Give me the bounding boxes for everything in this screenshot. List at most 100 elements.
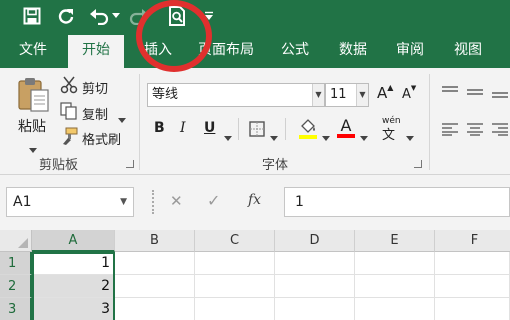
font-name-value: 等线 — [152, 87, 179, 102]
cell-a3[interactable]: 3 — [32, 298, 115, 320]
copy-icon — [60, 102, 78, 120]
grow-font-button[interactable]: A▲ — [377, 83, 393, 102]
align-bottom-icon[interactable] — [491, 84, 509, 103]
cell-b1[interactable] — [115, 252, 195, 275]
cell-b3[interactable] — [115, 298, 195, 320]
font-size-value: 11 — [330, 87, 347, 102]
insert-function-icon[interactable]: fx — [248, 192, 261, 208]
align-top-icon[interactable] — [441, 84, 459, 103]
undo-icon[interactable] — [88, 4, 112, 28]
select-all-button[interactable] — [0, 230, 32, 252]
tab-file[interactable]: 文件 — [8, 33, 58, 68]
tab-review[interactable]: 审阅 — [385, 33, 435, 68]
tab-home[interactable]: 开始 — [68, 35, 124, 68]
borders-dropdown-icon[interactable] — [270, 126, 278, 145]
tab-view[interactable]: 视图 — [443, 33, 493, 68]
column-header-c[interactable]: C — [195, 230, 275, 252]
fill-color-dropdown-icon[interactable] — [322, 126, 330, 145]
cell-e1[interactable] — [355, 252, 435, 275]
column-header-d[interactable]: D — [275, 230, 355, 252]
cell-b2[interactable] — [115, 275, 195, 298]
cell-f3[interactable] — [435, 298, 510, 320]
cancel-icon[interactable]: ✕ — [170, 192, 183, 210]
fill-color-icon[interactable] — [298, 118, 318, 144]
phonetic-dropdown-icon[interactable] — [406, 126, 414, 145]
formula-input[interactable]: 1 — [284, 187, 510, 217]
font-color-icon: A — [340, 116, 352, 135]
row-header-3[interactable]: 3 — [0, 298, 32, 320]
formula-buttons: ✕ ✓ fx — [150, 187, 278, 217]
column-header-e[interactable]: E — [355, 230, 435, 252]
cell-c3[interactable] — [195, 298, 275, 320]
font-color-dropdown-icon[interactable] — [360, 126, 368, 145]
name-box-dropdown-icon[interactable]: ▼ — [120, 188, 127, 216]
cell-f2[interactable] — [435, 275, 510, 298]
resize-handle[interactable] — [152, 190, 156, 214]
align-left-icon[interactable] — [441, 121, 459, 140]
ribbon-home: 粘贴 剪切 复制 格式刷 剪贴板 等线 ▼ 11 ▼ A▲ A▼ B I U A… — [0, 68, 510, 175]
bold-button[interactable]: B — [154, 120, 165, 136]
grow-font-icon: A — [377, 84, 388, 102]
paste-dropdown-icon[interactable] — [29, 138, 37, 157]
borders-icon[interactable] — [249, 121, 265, 141]
column-header-b[interactable]: B — [115, 230, 195, 252]
cell-a1[interactable]: 1 — [32, 252, 115, 275]
scissors-icon — [60, 76, 78, 94]
cell-a2[interactable]: 2 — [32, 275, 115, 298]
font-size-dropdown-icon[interactable]: ▼ — [356, 84, 368, 106]
cell-d3[interactable] — [275, 298, 355, 320]
row-header-2[interactable]: 2 — [0, 275, 32, 298]
row-header-1[interactable]: 1 — [0, 252, 32, 275]
cell-d2[interactable] — [275, 275, 355, 298]
clipboard-launcher-icon[interactable] — [126, 160, 134, 168]
repeat-icon[interactable] — [54, 4, 78, 28]
font-separator — [238, 118, 239, 140]
paste-icon[interactable] — [14, 76, 52, 114]
phonetic-guide-button[interactable]: wén 文 — [382, 116, 401, 143]
font-group-label: 字体 — [262, 158, 289, 173]
cell-c2[interactable] — [195, 275, 275, 298]
underline-button[interactable]: U — [204, 120, 215, 136]
select-all-icon — [18, 238, 28, 248]
cell-e3[interactable] — [355, 298, 435, 320]
name-box-value: A1 — [13, 194, 32, 210]
annotation-circle — [136, 0, 212, 72]
font-launcher-icon[interactable] — [414, 160, 422, 168]
shrink-font-button[interactable]: A▼ — [402, 84, 416, 102]
cell-f1[interactable] — [435, 252, 510, 275]
italic-button[interactable]: I — [180, 120, 186, 136]
worksheet-grid: A B C D E F 1 1 2 2 3 3 — [0, 230, 510, 320]
name-box[interactable]: A1 ▼ — [6, 187, 134, 217]
cut-button[interactable]: 剪切 — [82, 78, 108, 97]
format-painter-button[interactable]: 格式刷 — [82, 129, 121, 148]
cell-c1[interactable] — [195, 252, 275, 275]
quick-access-toolbar — [0, 0, 510, 33]
cell-d1[interactable] — [275, 252, 355, 275]
font-size-box[interactable]: 11 ▼ — [325, 83, 369, 107]
column-header-a[interactable]: A — [32, 230, 115, 252]
align-right-icon[interactable] — [491, 121, 509, 140]
format-painter-icon — [60, 127, 78, 145]
copy-dropdown-icon[interactable] — [118, 108, 126, 127]
save-icon[interactable] — [20, 4, 44, 28]
font-name-box[interactable]: 等线 ▼ — [147, 83, 325, 107]
ribbon-tabs: 文件 开始 插入 页面布局 公式 数据 审阅 视图 — [0, 33, 510, 68]
group-separator — [429, 74, 430, 170]
align-center-icon[interactable] — [466, 121, 484, 140]
enter-icon[interactable]: ✓ — [207, 191, 220, 210]
column-header-f[interactable]: F — [435, 230, 510, 252]
tab-formulas[interactable]: 公式 — [270, 33, 320, 68]
paste-button[interactable]: 粘贴 — [18, 116, 46, 136]
underline-dropdown-icon[interactable] — [224, 126, 232, 145]
align-middle-icon[interactable] — [466, 84, 484, 103]
formula-bar: A1 ▼ ✕ ✓ fx 1 — [0, 175, 510, 230]
undo-dropdown-icon[interactable] — [110, 4, 122, 28]
clipboard-group-label: 剪贴板 — [39, 158, 79, 173]
phonetic-guide-icon: 文 — [382, 128, 396, 143]
tab-data[interactable]: 数据 — [328, 33, 378, 68]
font-color-button[interactable]: A — [337, 116, 355, 138]
font-name-dropdown-icon[interactable]: ▼ — [312, 84, 324, 106]
cell-e2[interactable] — [355, 275, 435, 298]
copy-button[interactable]: 复制 — [82, 104, 108, 123]
font-separator — [285, 118, 286, 140]
